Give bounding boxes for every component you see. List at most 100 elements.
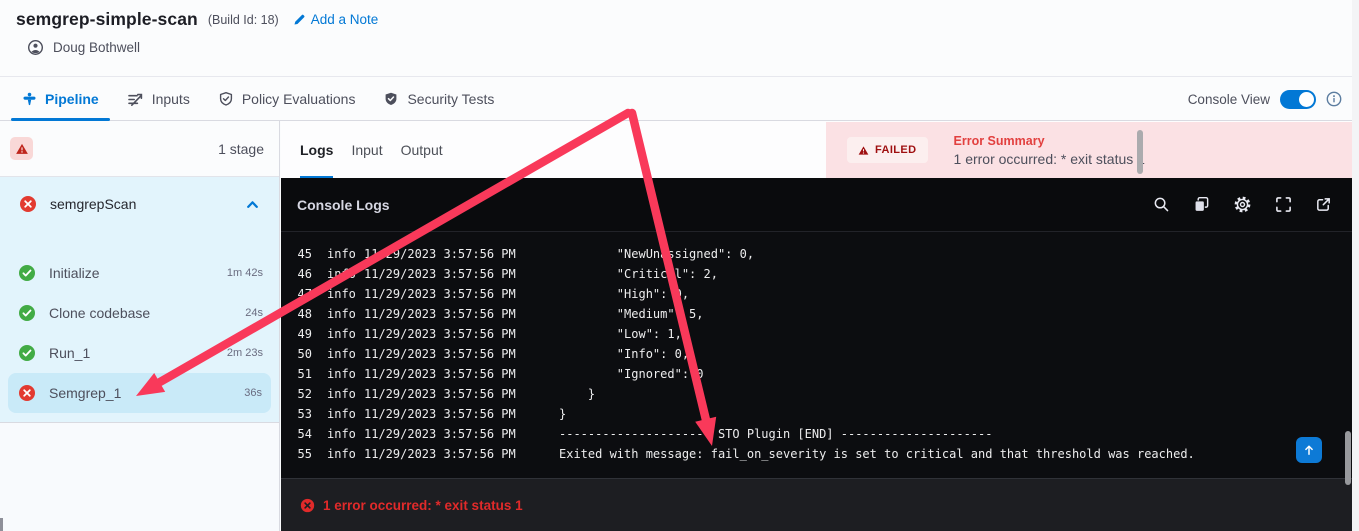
log-message: "Info": 0, xyxy=(559,347,690,361)
add-note-button[interactable]: Add a Note xyxy=(293,12,379,27)
log-line: 49 info 11/29/2023 3:57:56 PM "Low": 1, xyxy=(294,324,1352,344)
chevron-up-icon xyxy=(245,197,260,212)
log-line: 52 info 11/29/2023 3:57:56 PM } xyxy=(294,384,1352,404)
log-level: info xyxy=(327,387,356,401)
console-view-control: Console View xyxy=(1188,78,1359,120)
stage-semgrepscan[interactable]: semgrepScan xyxy=(0,177,279,231)
footer-error-message: 1 error occurred: * exit status 1 xyxy=(323,497,523,513)
copy-icon[interactable] xyxy=(1193,196,1210,213)
log-level: info xyxy=(327,447,356,461)
tab-logs-label: Logs xyxy=(300,141,334,158)
log-line-number: 47 xyxy=(297,287,312,301)
log-line-number: 52 xyxy=(297,387,312,401)
tab-pipeline-label: Pipeline xyxy=(45,91,99,107)
step-semgrep-1[interactable]: Semgrep_1 36s xyxy=(8,373,271,413)
fullscreen-icon[interactable] xyxy=(1275,196,1292,213)
settings-icon[interactable] xyxy=(1233,195,1252,214)
log-level: info xyxy=(327,327,356,341)
log-line: 45 info 11/29/2023 3:57:56 PM "NewUnassi… xyxy=(294,244,1352,264)
console-logs-title: Console Logs xyxy=(297,196,390,213)
log-line: 53 info 11/29/2023 3:57:56 PM } xyxy=(294,404,1352,424)
log-timestamp: 11/29/2023 3:57:56 PM xyxy=(364,387,516,401)
user-row: Doug Bothwell xyxy=(0,39,1359,56)
log-line-number: 55 xyxy=(297,447,312,461)
step-run-1[interactable]: Run_1 2m 23s xyxy=(0,333,279,373)
log-message: --------------------- STO Plugin [END] -… xyxy=(559,427,993,441)
tab-logs[interactable]: Logs xyxy=(300,121,334,178)
console-view-toggle[interactable] xyxy=(1280,89,1316,109)
step-name: Initialize xyxy=(49,265,100,281)
log-level: info xyxy=(327,307,356,321)
tab-output[interactable]: Output xyxy=(401,121,443,178)
log-line: 46 info 11/29/2023 3:57:56 PM "Critical"… xyxy=(294,264,1352,284)
console-scrollbar[interactable] xyxy=(1345,431,1351,485)
tab-inputs-label: Inputs xyxy=(151,91,190,107)
error-circle-icon xyxy=(19,195,37,213)
console-log-lines[interactable]: 45 info 11/29/2023 3:57:56 PM "NewUnassi… xyxy=(281,232,1352,478)
tab-pipeline[interactable]: Pipeline xyxy=(11,78,110,121)
tab-inputs[interactable]: Inputs xyxy=(127,78,190,120)
info-icon[interactable] xyxy=(1326,91,1342,107)
log-level: info xyxy=(327,407,356,421)
log-level: info xyxy=(327,427,356,441)
main-panel: Logs Input Output FAILED Error Summary 1… xyxy=(281,121,1352,531)
tab-policy-evaluations[interactable]: Policy Evaluations xyxy=(218,78,355,120)
build-id: (Build Id: 18) xyxy=(207,12,279,27)
log-timestamp: 11/29/2023 3:57:56 PM xyxy=(364,247,516,261)
log-tab-row: Logs Input Output FAILED Error Summary 1… xyxy=(281,121,1352,178)
log-line-number: 48 xyxy=(297,307,312,321)
open-in-new-icon[interactable] xyxy=(1315,196,1332,213)
tab-input[interactable]: Input xyxy=(351,121,382,178)
page-header: semgrep-simple-scan (Build Id: 18) Add a… xyxy=(0,0,1359,77)
success-circle-icon xyxy=(18,344,36,362)
tab-security-tests[interactable]: Security Tests xyxy=(383,78,494,120)
log-line: 54 info 11/29/2023 3:57:56 PM ----------… xyxy=(294,424,1352,444)
log-message: } xyxy=(559,387,596,401)
log-line: 47 info 11/29/2023 3:57:56 PM "High": 0, xyxy=(294,284,1352,304)
step-duration: 36s xyxy=(244,387,262,399)
step-initialize[interactable]: Initialize 1m 42s xyxy=(0,253,279,293)
log-message: "Low": 1, xyxy=(559,327,682,341)
error-summary-title: Error Summary xyxy=(953,133,1045,148)
log-level: info xyxy=(327,347,356,361)
error-summary-scrollbar[interactable] xyxy=(1137,130,1143,174)
execution-sidebar: 1 stage semgrepScan Initialize 1m 42s Cl… xyxy=(0,121,280,531)
log-message: "Ignored": 0 xyxy=(559,367,704,381)
log-line-number: 51 xyxy=(297,367,312,381)
console-toolbar xyxy=(1153,195,1336,214)
log-timestamp: 11/29/2023 3:57:56 PM xyxy=(364,327,516,341)
log-line-number: 49 xyxy=(297,327,312,341)
log-level: info xyxy=(327,287,356,301)
scroll-to-top-button[interactable] xyxy=(1296,437,1322,463)
search-icon[interactable] xyxy=(1153,196,1170,213)
console-header: Console Logs xyxy=(281,178,1352,232)
step-duration: 1m 42s xyxy=(226,267,263,279)
shield-check-filled-icon xyxy=(383,91,399,107)
success-circle-icon xyxy=(18,304,36,322)
stage-name: semgrepScan xyxy=(50,196,137,212)
log-line: 48 info 11/29/2023 3:57:56 PM "Medium": … xyxy=(294,304,1352,324)
log-message: "Medium": 5, xyxy=(559,307,704,321)
tab-security-tests-label: Security Tests xyxy=(407,91,495,107)
step-duration: 24s xyxy=(245,307,263,319)
log-line-number: 54 xyxy=(297,427,312,441)
log-line-number: 50 xyxy=(297,347,312,361)
log-timestamp: 11/29/2023 3:57:56 PM xyxy=(364,407,516,421)
log-message: "Critical": 2, xyxy=(559,267,718,281)
inputs-icon xyxy=(127,91,144,108)
add-note-label: Add a Note xyxy=(310,12,379,27)
log-timestamp: 11/29/2023 3:57:56 PM xyxy=(364,447,516,461)
step-clone-codebase[interactable]: Clone codebase 24s xyxy=(0,293,279,333)
log-line-number: 45 xyxy=(297,247,312,261)
log-timestamp: 11/29/2023 3:57:56 PM xyxy=(364,367,516,381)
log-line: 55 info 11/29/2023 3:57:56 PM Exited wit… xyxy=(294,444,1352,464)
tab-input-label: Input xyxy=(351,141,383,158)
log-message: "High": 0, xyxy=(559,287,690,301)
log-tabs: Logs Input Output xyxy=(300,121,443,178)
log-timestamp: 11/29/2023 3:57:56 PM xyxy=(364,307,516,321)
log-timestamp: 11/29/2023 3:57:56 PM xyxy=(364,347,516,361)
step-name: Clone codebase xyxy=(49,305,151,321)
log-message: Exited with message: fail_on_severity is… xyxy=(559,447,1195,461)
stage-count-row: 1 stage xyxy=(0,121,279,177)
error-summary-message: 1 error occurred: * exit status 1 xyxy=(953,150,1145,167)
